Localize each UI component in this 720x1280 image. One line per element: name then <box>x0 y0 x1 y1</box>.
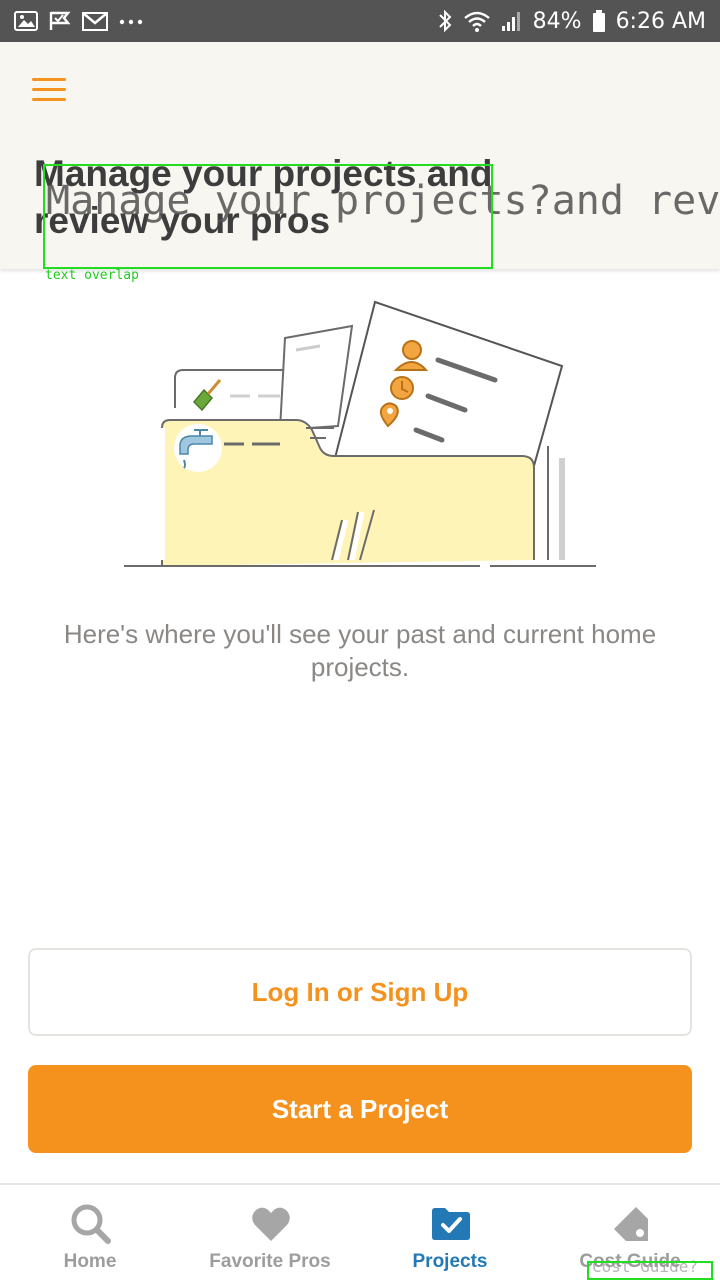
start-project-button[interactable]: Start a Project <box>28 1065 692 1153</box>
shovel-icon <box>188 376 224 412</box>
folder-check-icon <box>432 1208 470 1240</box>
bluetooth-icon <box>438 9 452 33</box>
checkmark-flag-icon <box>49 11 71 30</box>
battery-percent: 84% <box>532 8 582 34</box>
hamburger-line <box>32 88 66 91</box>
nav-label-favorite-pros: Favorite Pros <box>209 1251 331 1272</box>
nav-item-home[interactable]: Home <box>0 1185 180 1280</box>
tag-icon <box>614 1207 648 1241</box>
hamburger-menu-icon <box>32 78 66 81</box>
status-bar: 84% 6:26 AM <box>0 0 720 42</box>
overlap-debug-box <box>43 164 493 269</box>
heart-icon <box>252 1207 290 1241</box>
image-icon <box>14 11 38 31</box>
signal-icon <box>501 12 520 31</box>
empty-state-message: Here's where you'll see your past and cu… <box>63 619 657 682</box>
empty-projects-illustration <box>124 300 596 567</box>
more-icon <box>119 19 143 25</box>
system-icons: 84% 6:26 AM <box>437 9 706 34</box>
gmail-icon <box>82 12 108 31</box>
nav-label-projects: Projects <box>412 1251 488 1272</box>
hamburger-line <box>32 98 66 101</box>
notification-icons <box>14 10 144 32</box>
nav-item-projects[interactable]: Projects <box>360 1185 540 1280</box>
search-icon <box>71 1204 111 1244</box>
menu-button[interactable] <box>28 72 68 108</box>
cost-guide-overlap-box <box>587 1261 713 1280</box>
wifi-icon <box>463 11 490 32</box>
clock: 6:26 AM <box>615 8 706 34</box>
nav-item-favorite-pros[interactable]: Favorite Pros <box>180 1185 360 1280</box>
overlap-debug-label: text overlap <box>45 268 139 283</box>
clock-icon <box>390 376 414 400</box>
faucet-icon <box>174 424 222 472</box>
nav-label-home: Home <box>63 1251 117 1272</box>
login-signup-button[interactable]: Log In or Sign Up <box>28 948 692 1036</box>
battery-icon <box>592 10 605 32</box>
